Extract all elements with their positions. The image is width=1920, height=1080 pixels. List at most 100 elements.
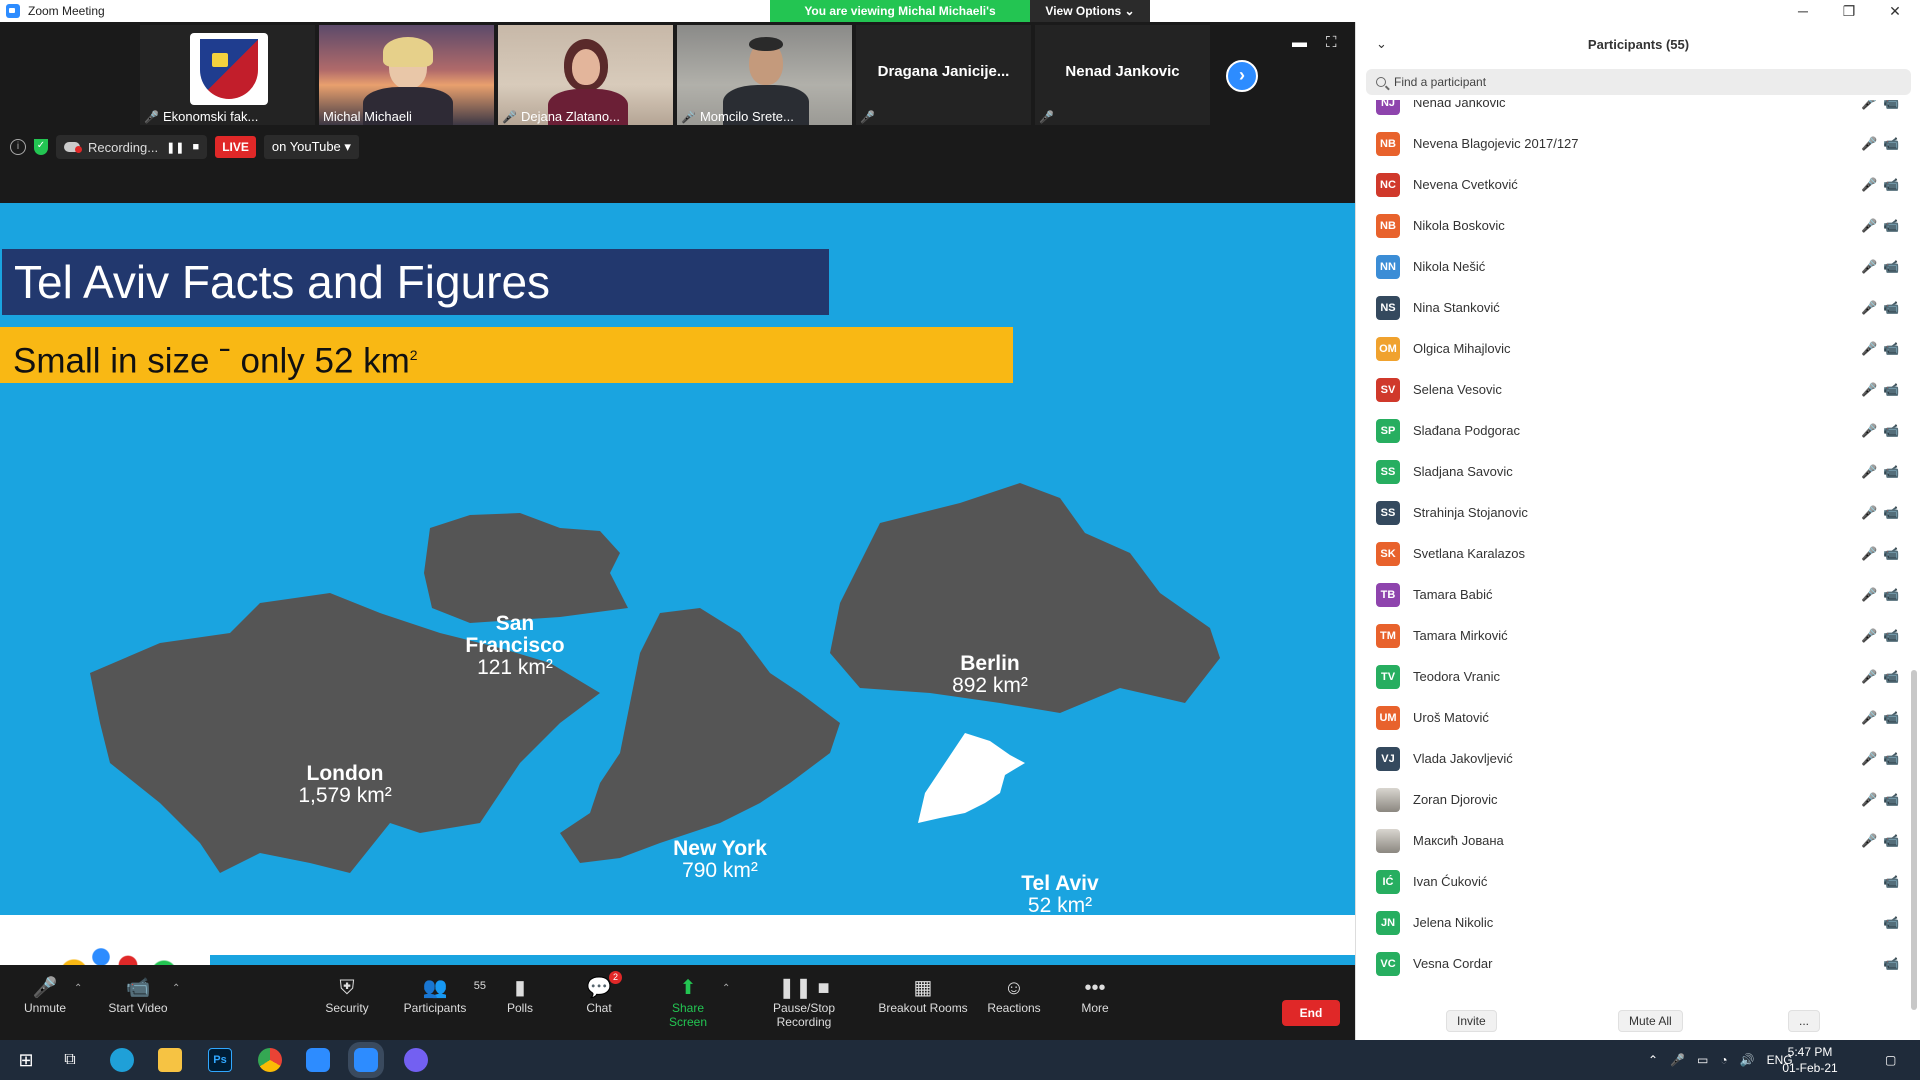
mic-muted-icon[interactable]: 🎤: [1861, 628, 1877, 644]
zoom-icon[interactable]: [306, 1048, 330, 1072]
participant-row[interactable]: SS Sladjana Savovic 🎤 📹: [1356, 451, 1906, 492]
participant-row[interactable]: Zoran Djorovic 🎤 📹: [1356, 779, 1906, 820]
participant-row[interactable]: SP Slađana Podgorac 🎤 📹: [1356, 410, 1906, 451]
battery-icon[interactable]: ▭: [1697, 1053, 1708, 1067]
microphone-icon[interactable]: 🎤: [1670, 1053, 1685, 1067]
breakout-rooms-button[interactable]: ▦ Breakout Rooms: [878, 975, 968, 1015]
fullscreen-icon[interactable]: ⛶: [1326, 34, 1337, 51]
meeting-info-icon[interactable]: i: [10, 139, 26, 155]
participant-row[interactable]: NB Nikola Boskovic 🎤 📹: [1356, 205, 1906, 246]
more-button[interactable]: ••• More: [1078, 975, 1112, 1015]
video-off-icon[interactable]: 📹: [1883, 833, 1899, 849]
participant-row[interactable]: UM Uroš Matović 🎤 📹: [1356, 697, 1906, 738]
pause-recording-button[interactable]: ❚❚: [166, 141, 184, 154]
mic-muted-icon[interactable]: 🎤: [1861, 464, 1877, 480]
participant-row[interactable]: NS Nina Stanković 🎤 📹: [1356, 287, 1906, 328]
mic-muted-icon[interactable]: 🎤: [1861, 136, 1877, 152]
video-off-icon[interactable]: 📹: [1883, 669, 1899, 685]
participant-row[interactable]: JN Jelena Nikolic 📹: [1356, 902, 1906, 943]
stop-recording-button[interactable]: ■: [193, 141, 200, 153]
video-tile[interactable]: Dragana Janicije... 🎤: [856, 25, 1031, 125]
video-off-icon[interactable]: 📹: [1883, 259, 1899, 275]
mic-muted-icon[interactable]: 🎤: [1861, 710, 1877, 726]
viber-icon[interactable]: [404, 1048, 428, 1072]
mic-muted-icon[interactable]: 🎤: [1861, 505, 1877, 521]
pause-stop-recording-button[interactable]: ❚❚ ■ Pause/Stop Recording: [744, 975, 864, 1029]
mic-muted-icon[interactable]: 🎤: [1861, 177, 1877, 193]
panel-more-button[interactable]: ...: [1788, 1010, 1821, 1032]
next-page-button[interactable]: ›: [1226, 60, 1258, 92]
video-off-icon[interactable]: 📹: [1883, 423, 1899, 439]
video-tile-active-speaker[interactable]: Michal Michaeli: [319, 25, 494, 125]
video-off-icon[interactable]: 📹: [1883, 218, 1899, 234]
share-screen-button[interactable]: ⬆ Share Screen: [652, 975, 724, 1029]
volume-icon[interactable]: 🔊: [1740, 1053, 1755, 1067]
audio-options-caret[interactable]: ⌃: [74, 983, 82, 994]
mic-muted-icon[interactable]: 🎤: [1861, 669, 1877, 685]
stream-target-dropdown[interactable]: on YouTube ▾: [263, 135, 359, 159]
gallery-layout-icon[interactable]: ▬: [1292, 34, 1307, 51]
participant-row[interactable]: TM Tamara Mirković 🎤 📹: [1356, 615, 1906, 656]
file-explorer-icon[interactable]: [158, 1048, 182, 1072]
video-tile[interactable]: Nenad Jankovic 🎤: [1035, 25, 1210, 125]
participant-row[interactable]: VC Vesna Cordar 📹: [1356, 943, 1906, 984]
notifications-icon[interactable]: ▢: [1885, 1040, 1896, 1080]
encryption-shield-icon[interactable]: ✓: [34, 139, 48, 155]
video-off-icon[interactable]: 📹: [1883, 792, 1899, 808]
participant-row[interactable]: SV Selena Vesovic 🎤 📹: [1356, 369, 1906, 410]
start-video-button[interactable]: 📹 Start Video: [106, 975, 170, 1015]
video-off-icon[interactable]: 📹: [1883, 546, 1899, 562]
mic-muted-icon[interactable]: 🎤: [1861, 833, 1877, 849]
participant-list-scrollbar[interactable]: [1911, 100, 1917, 1010]
mic-muted-icon[interactable]: 🎤: [1861, 587, 1877, 603]
video-off-icon[interactable]: 📹: [1883, 177, 1899, 193]
mute-all-button[interactable]: Mute All: [1618, 1010, 1683, 1032]
mic-muted-icon[interactable]: 🎤: [1861, 751, 1877, 767]
task-view-icon[interactable]: ⧉: [58, 1048, 82, 1072]
participant-row[interactable]: SK Svetlana Karalazos 🎤 📹: [1356, 533, 1906, 574]
invite-button[interactable]: Invite: [1446, 1010, 1497, 1032]
unmute-button[interactable]: 🎤 Unmute: [20, 975, 70, 1015]
video-off-icon[interactable]: 📹: [1883, 505, 1899, 521]
video-off-icon[interactable]: 📹: [1883, 956, 1899, 972]
edge-browser-icon[interactable]: [110, 1048, 134, 1072]
mic-muted-icon[interactable]: 🎤: [1861, 341, 1877, 357]
wifi-icon[interactable]: ◔: [1720, 1053, 1727, 1067]
mic-muted-icon[interactable]: 🎤: [1861, 300, 1877, 316]
scrollbar-thumb[interactable]: [1911, 670, 1917, 1010]
participant-row[interactable]: TV Teodora Vranic 🎤 📹: [1356, 656, 1906, 697]
close-button[interactable]: ✕: [1872, 0, 1918, 22]
mic-muted-icon[interactable]: 🎤: [1861, 218, 1877, 234]
polls-button[interactable]: ▮ Polls: [500, 975, 540, 1015]
minimize-button[interactable]: ─: [1780, 0, 1826, 22]
participant-row[interactable]: SS Strahinja Stojanovic 🎤 📹: [1356, 492, 1906, 533]
participant-row[interactable]: NC Nevena Cvetković 🎤 📹: [1356, 164, 1906, 205]
participant-row[interactable]: OM Olgica Mihajlovic 🎤 📹: [1356, 328, 1906, 369]
mic-muted-icon[interactable]: 🎤: [1861, 259, 1877, 275]
security-button[interactable]: ⛨ Security: [322, 975, 372, 1015]
video-tile[interactable]: 🎤 Dejana Zlatano...: [498, 25, 673, 125]
video-off-icon[interactable]: 📹: [1883, 874, 1899, 890]
view-options-button[interactable]: View Options ⌄: [1030, 0, 1150, 22]
video-off-icon[interactable]: 📹: [1883, 300, 1899, 316]
mic-muted-icon[interactable]: 🎤: [1861, 382, 1877, 398]
end-meeting-button[interactable]: End: [1282, 1000, 1340, 1026]
mic-muted-icon[interactable]: 🎤: [1861, 546, 1877, 562]
participant-row[interactable]: VJ Vlada Jakovljević 🎤 📹: [1356, 738, 1906, 779]
chat-button[interactable]: 💬 2 Chat: [582, 971, 622, 1015]
participant-row[interactable]: NJ Nenad Jankovic 🎤 📹: [1356, 100, 1906, 123]
video-off-icon[interactable]: 📹: [1883, 341, 1899, 357]
video-off-icon[interactable]: 📹: [1883, 464, 1899, 480]
video-off-icon[interactable]: 📹: [1883, 100, 1899, 111]
photoshop-icon[interactable]: Ps: [208, 1048, 232, 1072]
zoom-active-icon[interactable]: [354, 1048, 378, 1072]
participant-row[interactable]: NB Nevena Blagojevic 2017/127 🎤 📹: [1356, 123, 1906, 164]
video-off-icon[interactable]: 📹: [1883, 710, 1899, 726]
video-tile[interactable]: 🎤 Ekonomski fak...: [140, 25, 315, 125]
mic-muted-icon[interactable]: 🎤: [1861, 792, 1877, 808]
mic-muted-icon[interactable]: 🎤: [1861, 423, 1877, 439]
video-off-icon[interactable]: 📹: [1883, 382, 1899, 398]
participant-row[interactable]: Максић Јована 🎤 📹: [1356, 820, 1906, 861]
participants-button[interactable]: 👥 55 Participants: [400, 975, 486, 1015]
video-tile[interactable]: 🎤 Momcilo Srete...: [677, 25, 852, 125]
